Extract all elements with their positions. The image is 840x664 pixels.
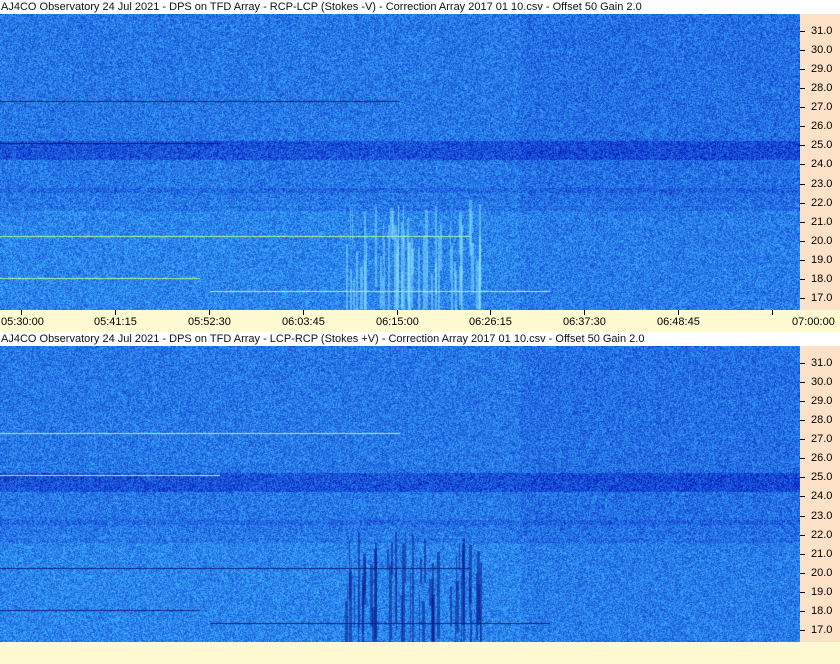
bottom-frequency-axis: 31.0 30.0 29.0 28.0 27.0 26.0 25.0 24.0 23.0 22.0… (800, 346, 840, 642)
frequency-tick-mark (800, 573, 805, 574)
frequency-tick-mark (800, 69, 805, 70)
frequency-tick-label: 29.0 (811, 63, 833, 75)
frequency-tick-mark (800, 241, 805, 242)
frequency-tick-label: 17.0 (811, 624, 833, 636)
frequency-tick-label: 25.0 (811, 471, 833, 483)
frequency-tick-label: 22.0 (811, 529, 833, 541)
frequency-tick-mark (800, 382, 805, 383)
time-tick-mark (21, 310, 22, 315)
frequency-tick-mark (800, 203, 805, 204)
frequency-tick-label: 30.0 (811, 376, 833, 388)
frequency-tick-label: 28.0 (811, 82, 833, 94)
frequency-tick-mark (800, 126, 805, 127)
frequency-tick-mark (800, 477, 805, 478)
time-tick-mark (490, 310, 491, 315)
frequency-tick-label: 18.0 (811, 605, 833, 617)
frequency-tick-label: 19.0 (811, 254, 833, 266)
frequency-tick-label: 23.0 (811, 510, 833, 522)
frequency-tick-mark (800, 458, 805, 459)
frequency-tick-label: 18.0 (811, 273, 833, 285)
time-tick-label: 06:26:15 (469, 316, 512, 328)
frequency-tick-mark (800, 554, 805, 555)
frequency-tick-label: 20.0 (811, 235, 833, 247)
time-axis: 05:30:00 05:41:15 05:52:30 06:03:45 06:15:00… (0, 310, 840, 332)
frequency-tick-mark (800, 50, 805, 51)
time-tick-mark (397, 310, 398, 315)
frequency-tick-mark (800, 611, 805, 612)
time-tick-label: 06:37:30 (563, 316, 606, 328)
frequency-tick-mark (800, 363, 805, 364)
frequency-tick-label: 20.0 (811, 567, 833, 579)
frequency-tick-label: 28.0 (811, 414, 833, 426)
frequency-tick-label: 22.0 (811, 197, 833, 209)
frequency-tick-mark (800, 535, 805, 536)
frequency-tick-mark (800, 279, 805, 280)
frequency-tick-mark (800, 184, 805, 185)
frequency-tick-label: 23.0 (811, 178, 833, 190)
time-tick-mark (678, 310, 679, 315)
frequency-tick-label: 17.0 (811, 292, 833, 304)
frequency-tick-label: 27.0 (811, 433, 833, 445)
frequency-tick-label: 24.0 (811, 490, 833, 502)
time-tick-mark (584, 310, 585, 315)
frequency-tick-label: 24.0 (811, 158, 833, 170)
frequency-tick-label: 27.0 (811, 101, 833, 113)
top-frequency-axis: 31.0 30.0 29.0 28.0 27.0 26.0 25.0 24.0 23.0 22.0… (800, 14, 840, 310)
frequency-tick-mark (800, 107, 805, 108)
bottom-spectrogram (0, 346, 800, 642)
frequency-tick-mark (800, 145, 805, 146)
time-tick-label: 05:52:30 (188, 316, 231, 328)
time-tick-mark (303, 310, 304, 315)
time-tick-mark (209, 310, 210, 315)
frequency-tick-mark (800, 420, 805, 421)
time-tick-mark (115, 310, 116, 315)
frequency-tick-mark (800, 496, 805, 497)
frequency-tick-label: 21.0 (811, 548, 833, 560)
frequency-tick-mark (800, 222, 805, 223)
frequency-tick-label: 25.0 (811, 139, 833, 151)
frequency-tick-label: 26.0 (811, 452, 833, 464)
frequency-tick-mark (800, 260, 805, 261)
time-tick-label: 06:03:45 (282, 316, 325, 328)
frequency-tick-mark (800, 516, 805, 517)
frequency-tick-label: 29.0 (811, 395, 833, 407)
frequency-tick-label: 31.0 (811, 25, 833, 37)
frequency-tick-mark (800, 31, 805, 32)
time-tick-label: 06:15:00 (376, 316, 419, 328)
frequency-tick-label: 19.0 (811, 586, 833, 598)
top-spectrogram (0, 14, 800, 310)
frequency-tick-label: 31.0 (811, 357, 833, 369)
frequency-tick-mark (800, 401, 805, 402)
frequency-tick-mark (800, 88, 805, 89)
frequency-tick-label: 26.0 (811, 120, 833, 132)
frequency-tick-mark (800, 439, 805, 440)
bottom-time-strip (0, 642, 840, 664)
time-tick-mark (772, 310, 773, 315)
frequency-tick-mark (800, 164, 805, 165)
time-tick-label: 05:41:15 (94, 316, 137, 328)
bottom-panel-title: AJ4CO Observatory 24 Jul 2021 - DPS on T… (0, 332, 840, 346)
frequency-tick-mark (800, 592, 805, 593)
frequency-tick-label: 30.0 (811, 44, 833, 56)
time-tick-label: 07:00:00 (792, 316, 835, 328)
frequency-tick-label: 21.0 (811, 216, 833, 228)
time-tick-label: 05:30:00 (1, 316, 44, 328)
frequency-tick-mark (800, 298, 805, 299)
time-tick-label: 06:48:45 (657, 316, 700, 328)
frequency-tick-mark (800, 630, 805, 631)
top-panel-title: AJ4CO Observatory 24 Jul 2021 - DPS on T… (0, 0, 840, 14)
